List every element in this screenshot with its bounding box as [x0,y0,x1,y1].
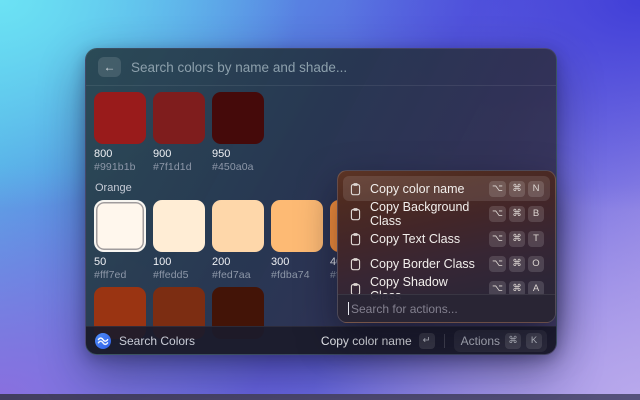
extension-name: Search Colors [119,334,195,348]
shade-number: 900 [153,148,205,160]
search-header: ← [86,49,556,86]
actions-popover: Copy color name ⌥ ⌘ N Copy Background Cl… [337,170,556,323]
option-key-icon: ⌥ [489,231,506,247]
color-swatch[interactable] [212,200,264,252]
status-bar: Search Colors Copy color name ↵ Actions … [86,326,556,354]
shortcut-keys: ⌥ ⌘ N [489,181,544,197]
search-colors-logo-icon [95,333,111,349]
shade-hex: #7f1d1d [153,161,205,173]
option-key-icon: ⌥ [489,206,506,222]
shade-number: 50 [94,256,146,268]
action-label: Copy color name [370,182,465,196]
letter-key: N [528,181,544,197]
clipboard-icon [349,257,362,271]
actions-button[interactable]: Actions ⌘ K [454,330,547,352]
color-cell-orange-100[interactable]: 100 #ffedd5 [153,200,205,281]
shade-number: 950 [212,148,264,160]
shade-hex: #450a0a [212,161,264,173]
primary-action-label[interactable]: Copy color name [321,334,412,348]
shade-number: 200 [212,256,264,268]
back-button[interactable]: ← [98,57,121,77]
color-swatch[interactable] [271,200,323,252]
shortcut-keys: ⌥ ⌘ T [489,231,544,247]
action-copy-background-class[interactable]: Copy Background Class ⌥ ⌘ B [343,201,550,226]
clipboard-icon [349,207,362,221]
return-key-icon: ↵ [419,333,435,349]
action-label: Copy Text Class [370,232,460,246]
action-copy-text-class[interactable]: Copy Text Class ⌥ ⌘ T [343,226,550,251]
shade-hex: #fed7aa [212,269,264,281]
red-shades-row: 800 #991b1b 900 #7f1d1d 950 #450a0a [94,92,548,173]
color-cell-orange-300[interactable]: 300 #fdba74 [271,200,323,281]
color-cell-orange-50[interactable]: 50 #fff7ed [94,200,146,281]
action-label: Copy Background Class [370,200,481,228]
color-cell-orange-200[interactable]: 200 #fed7aa [212,200,264,281]
color-swatch-selected[interactable] [94,200,146,252]
action-label: Copy Border Class [370,257,475,271]
shade-hex: #991b1b [94,161,146,173]
letter-key: O [528,256,544,272]
action-copy-border-class[interactable]: Copy Border Class ⌥ ⌘ O [343,251,550,276]
shade-hex: #fff7ed [94,269,146,281]
command-key-icon: ⌘ [505,333,521,349]
shortcut-keys: ⌥ ⌘ B [489,206,544,222]
color-swatch[interactable] [212,92,264,144]
command-key-icon: ⌘ [509,256,525,272]
extension-info: Search Colors [95,333,195,349]
color-swatch[interactable] [94,92,146,144]
actions-list: Copy color name ⌥ ⌘ N Copy Background Cl… [338,171,555,306]
actions-search-input[interactable] [351,302,545,316]
shade-hex: #ffedd5 [153,269,205,281]
text-caret [348,302,349,315]
color-swatch[interactable] [153,92,205,144]
k-key-icon: K [526,333,542,349]
action-copy-color-name[interactable]: Copy color name ⌥ ⌘ N [343,176,550,201]
clipboard-icon [349,232,362,246]
shortcut-keys: ⌥ ⌘ O [489,256,544,272]
color-swatch[interactable] [153,200,205,252]
shade-hex: #fdba74 [271,269,323,281]
footer-actions: Copy color name ↵ Actions ⌘ K [321,330,547,352]
command-key-icon: ⌘ [509,181,525,197]
actions-search-bar [338,294,555,322]
actions-button-label: Actions [461,334,500,348]
option-key-icon: ⌥ [489,181,506,197]
color-search-input[interactable] [131,60,544,75]
clipboard-icon [349,182,362,196]
shade-number: 800 [94,148,146,160]
option-key-icon: ⌥ [489,256,506,272]
letter-key: B [528,206,544,222]
shade-number: 300 [271,256,323,268]
shade-number: 100 [153,256,205,268]
command-key-icon: ⌘ [509,206,525,222]
color-cell-red-950[interactable]: 950 #450a0a [212,92,264,173]
letter-key: T [528,231,544,247]
footer-divider [444,334,445,348]
color-cell-red-900[interactable]: 900 #7f1d1d [153,92,205,173]
command-key-icon: ⌘ [509,231,525,247]
wallpaper-bottom-edge [0,394,640,400]
color-cell-red-800[interactable]: 800 #991b1b [94,92,146,173]
